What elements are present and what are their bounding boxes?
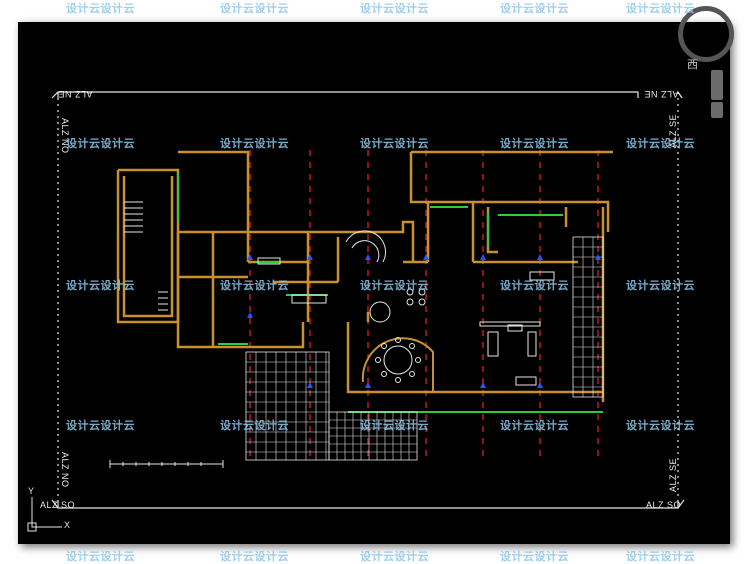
watermark: 设计云设计云 bbox=[626, 420, 695, 432]
scale-bar bbox=[109, 460, 224, 468]
watermark: 设计云设计云 bbox=[66, 420, 135, 432]
viewcube-direction-label[interactable]: 西 bbox=[687, 56, 698, 72]
ucs-x-label: X bbox=[64, 520, 71, 530]
watermark: 设计云设计云 bbox=[220, 138, 289, 150]
watermark: 设计云设计云 bbox=[220, 551, 289, 563]
terrace-tiles-left bbox=[246, 352, 329, 460]
terrace-grid-left bbox=[245, 351, 330, 461]
watermark: 设计云设计云 bbox=[220, 280, 289, 292]
watermark: 设计云设计云 bbox=[360, 551, 429, 563]
section-markers bbox=[247, 254, 601, 388]
elevation-label-left-bottom: ALZ NO bbox=[60, 452, 70, 488]
watermark: 设计云设计云 bbox=[66, 280, 135, 292]
watermark: 设计云设计云 bbox=[360, 280, 429, 292]
elevation-label-bottom-right: ALZ SO bbox=[646, 500, 682, 510]
watermark: 设计云设计云 bbox=[500, 3, 569, 15]
watermark: 设计云设计云 bbox=[360, 420, 429, 432]
navigation-bar-button[interactable] bbox=[711, 70, 723, 100]
elevation-label-top-right: ALZ NE bbox=[644, 89, 679, 99]
elevation-label-bottom-left: ALZ SO bbox=[40, 500, 76, 510]
watermark: 设计云设计云 bbox=[66, 551, 135, 563]
watermark: 设计云设计云 bbox=[66, 3, 135, 15]
watermark: 设计云设计云 bbox=[220, 3, 289, 15]
watermark: 设计云设计云 bbox=[500, 420, 569, 432]
watermark: 设计云设计云 bbox=[626, 3, 695, 15]
dining-table bbox=[375, 337, 421, 383]
watermark: 设计云设计云 bbox=[626, 551, 695, 563]
elevation-label-top-left: ALZ NE bbox=[58, 89, 93, 99]
watermark: 设计云设计云 bbox=[626, 138, 695, 150]
ucs-y-label: Y bbox=[28, 486, 35, 496]
watermark: 设计云设计云 bbox=[66, 138, 135, 150]
watermark: 设计云设计云 bbox=[626, 280, 695, 292]
watermark: 设计云设计云 bbox=[360, 138, 429, 150]
watermark: 设计云设计云 bbox=[500, 551, 569, 563]
watermark: 设计云设计云 bbox=[500, 138, 569, 150]
elevation-label-right-bottom: ALZ SE bbox=[668, 457, 678, 492]
structural-axis-lines bbox=[249, 150, 599, 462]
watermark: 设计云设计云 bbox=[360, 3, 429, 15]
watermark: 设计云设计云 bbox=[220, 420, 289, 432]
navigation-bar-button-secondary[interactable] bbox=[711, 102, 723, 118]
watermark: 设计云设计云 bbox=[500, 280, 569, 292]
